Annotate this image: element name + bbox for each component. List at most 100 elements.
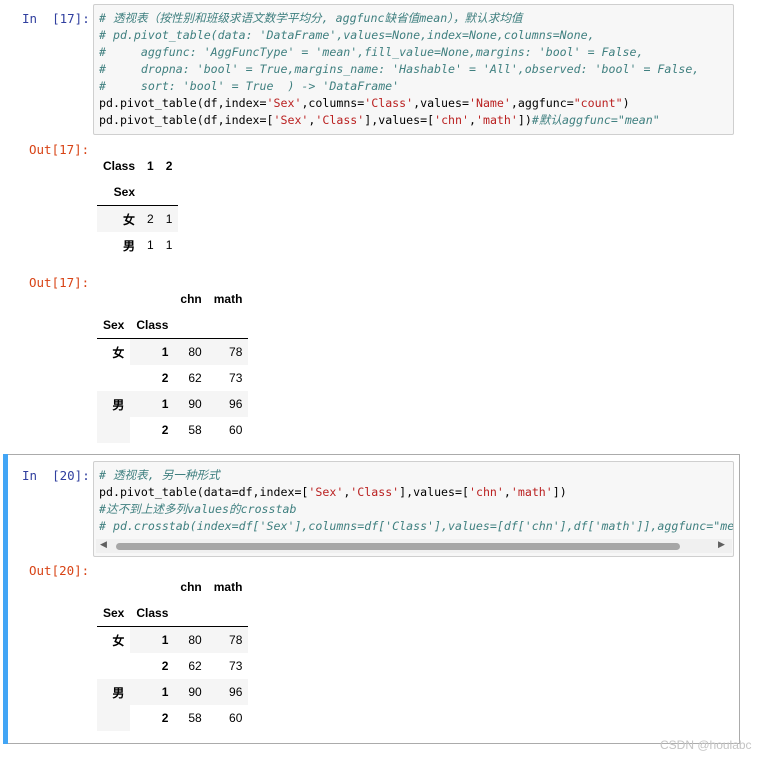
code-string: 'Class' [350, 485, 400, 499]
scrollbar-thumb[interactable] [116, 543, 680, 550]
column-header: chn [180, 292, 202, 306]
code-line: #达不到上述多列values的crosstab [99, 501, 733, 518]
table-cell: 1 [147, 238, 154, 252]
row-label-sex: 男 [112, 686, 125, 700]
output-table-count: Class 1 2 Sex 女 2 1 男 1 1 [97, 153, 179, 258]
table-cell: 96 [229, 397, 243, 411]
code-string: 'Class' [315, 113, 365, 127]
code-comment: # pd.pivot_table(data: 'DataFrame',value… [99, 28, 595, 42]
column-header: 1 [147, 159, 154, 173]
code-line: pd.pivot_table(df,index='Sex',columns='C… [99, 95, 699, 112]
table-cell: 2 [141, 205, 160, 232]
cell-20-out-prompt: Out[20]: [29, 563, 90, 578]
code-line: # pd.pivot_table(data: 'DataFrame',value… [99, 27, 699, 44]
table-cell: 1 [165, 238, 173, 252]
scroll-right-arrow-icon[interactable]: ▶ [718, 540, 725, 550]
row-label-class: 1 [130, 626, 175, 653]
table-cell: 73 [229, 659, 243, 673]
code-string: 'math' [510, 485, 553, 499]
table-cell: 1 [159, 205, 179, 232]
table-cell: 80 [174, 338, 208, 365]
code-comment: # aggfunc: 'AggFuncType' = 'mean',fill_v… [99, 45, 644, 59]
row-label-class: 2 [161, 371, 169, 385]
row-label-sex: 男 [112, 398, 125, 412]
row-label: 男 [123, 238, 136, 253]
cell-17-code: # 透视表（按性别和班级求语文数学平均分, aggfunc缺省值mean），默认… [99, 10, 699, 129]
row-label: 女 [97, 205, 142, 232]
table-cell: 60 [229, 423, 243, 437]
cell-17-out-prompt-1: Out[17]: [29, 142, 90, 157]
cell-20-code: # 透视表, 另一种形式 pd.pivot_table(data=df,index… [99, 467, 734, 535]
index-name-header: Class [136, 318, 169, 332]
code-text: pd.pivot_table(df,index=[ [99, 113, 274, 127]
row-label-class: 2 [161, 711, 169, 725]
table-cell: 58 [188, 423, 202, 437]
code-text: pd.pivot_table(df,index= [99, 96, 267, 110]
code-string: "count" [573, 96, 623, 110]
row-label-class: 1 [130, 338, 175, 365]
table-cell: 58 [188, 711, 202, 725]
column-header: math [213, 580, 243, 594]
column-header: 2 [165, 159, 173, 173]
code-string: 'math' [475, 113, 518, 127]
code-string: 'chn' [434, 113, 469, 127]
table-cell: 80 [174, 626, 208, 653]
row-label-class: 2 [161, 423, 169, 437]
index-name-header: Sex [103, 318, 125, 332]
code-comment: #默认aggfunc="mean" [531, 113, 660, 127]
cell-17-code-editor[interactable]: # 透视表（按性别和班级求语文数学平均分, aggfunc缺省值mean），默认… [93, 4, 734, 135]
table-cell: 90 [188, 685, 202, 699]
column-header: math [213, 292, 243, 306]
code-line: # aggfunc: 'AggFuncType' = 'mean',fill_v… [99, 44, 699, 61]
code-string: 'Sex' [273, 113, 309, 127]
index-name-header: Sex [113, 185, 136, 199]
code-text: pd.pivot_table(data=df,index=[ [99, 485, 309, 499]
code-text: ],values=[ [399, 485, 469, 499]
horizontal-scrollbar[interactable]: ◀ ▶ [96, 539, 732, 553]
table-cell: 73 [229, 371, 243, 385]
index-name-header: Class [136, 606, 169, 620]
row-label-sex: 女 [97, 626, 131, 679]
table-cell: 62 [188, 371, 202, 385]
table-cell: 96 [229, 685, 243, 699]
table-cell: 60 [229, 711, 243, 725]
code-text: ,columns= [301, 96, 365, 110]
row-label-class: 1 [161, 397, 169, 411]
code-comment: #达不到上述多列values的crosstab [99, 502, 297, 516]
code-comment: # pd.crosstab(index=df['Sex'],columns=df… [99, 519, 734, 533]
code-comment: # dropna: 'bool' = True,margins_name: 'H… [99, 62, 700, 76]
table-cell: 78 [207, 626, 249, 653]
code-text: ],values=[ [364, 113, 435, 127]
code-line: # 透视表（按性别和班级求语文数学平均分, aggfunc缺省值mean），默认… [99, 10, 699, 27]
code-text: ]) [517, 113, 532, 127]
code-line: pd.pivot_table(data=df,index=['Sex', 'Cla… [99, 484, 733, 501]
code-line: # pd.crosstab(index=df['Sex'],columns=df… [99, 518, 734, 535]
csdn-watermark: CSDN @houlabc [660, 738, 752, 752]
code-text: ]) [552, 485, 567, 499]
output-table-mean: chn math Sex Class 女 1 80 78 2 62 73 男 1… [97, 286, 249, 443]
code-string: 'Class' [364, 96, 414, 110]
row-label-class: 2 [161, 659, 169, 673]
row-label-sex: 女 [97, 338, 131, 391]
code-text: ) [622, 96, 630, 110]
cell-17-out-prompt-2: Out[17]: [29, 275, 90, 290]
index-name-header: Sex [103, 606, 125, 620]
row-label-class: 1 [161, 685, 169, 699]
table-cell: 62 [188, 659, 202, 673]
cell-20-in-prompt: In [20]: [22, 468, 90, 483]
code-string: 'Sex' [308, 485, 344, 499]
code-text: , [503, 485, 511, 499]
code-text: , [469, 113, 476, 127]
cell-17-in-prompt: In [17]: [22, 11, 90, 26]
output-table-mean-2: chn math Sex Class 女 1 80 78 2 62 73 男 1… [97, 574, 249, 731]
table-cell: 78 [207, 338, 249, 365]
code-line: # sort: 'bool' = True ) -> 'DataFrame' [99, 78, 699, 95]
code-string: 'chn' [468, 485, 504, 499]
table-cell: 90 [188, 397, 202, 411]
code-text: ,values= [413, 96, 469, 110]
columns-name-header: Class [103, 159, 136, 173]
code-comment: # 透视表（按性别和班级求语文数学平均分, aggfunc缺省值mean），默认… [99, 11, 523, 25]
code-string: 'Sex' [266, 96, 302, 110]
scroll-left-arrow-icon[interactable]: ◀ [100, 540, 107, 550]
code-line: pd.pivot_table(df,index=['Sex', 'Class'],… [99, 112, 699, 129]
